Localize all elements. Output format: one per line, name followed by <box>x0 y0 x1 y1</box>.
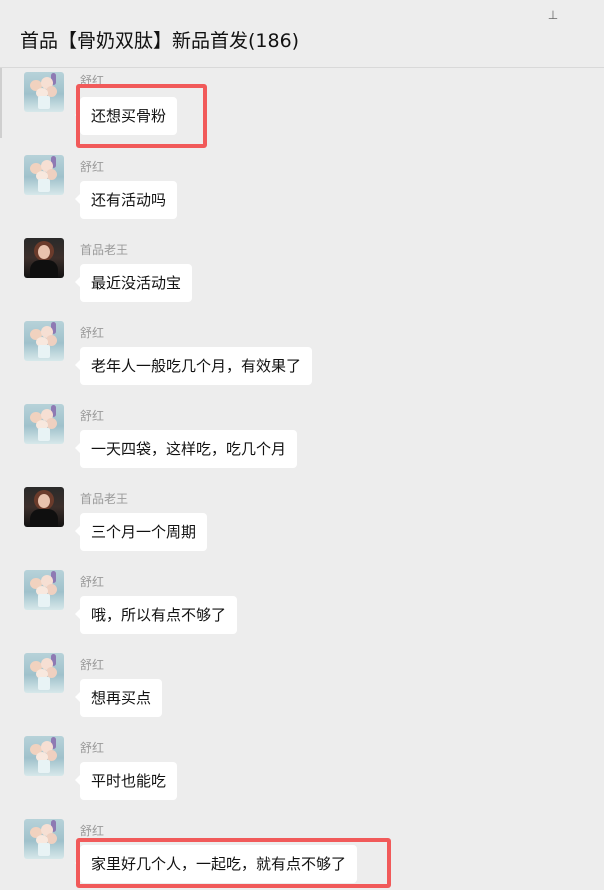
scrollbar-thumb[interactable] <box>0 68 2 138</box>
highlight-box <box>76 838 391 888</box>
chat-message: 舒红 平时也能吃 <box>24 736 584 800</box>
chat-message: 舒红 还有活动吗 <box>24 155 584 219</box>
avatar[interactable] <box>24 72 64 112</box>
avatar[interactable] <box>24 570 64 610</box>
sender-name: 舒红 <box>80 575 105 589</box>
highlight-box <box>76 84 207 148</box>
message-bubble[interactable]: 平时也能吃 <box>74 762 178 800</box>
avatar[interactable] <box>24 487 64 527</box>
avatar[interactable] <box>24 653 64 693</box>
message-bubble[interactable]: 想再买点 <box>74 679 163 717</box>
chat-message: 舒红 一天四袋，这样吃，吃几个月 <box>24 404 584 468</box>
sender-name: 舒红 <box>80 409 105 423</box>
message-bubble[interactable]: 三个月一个周期 <box>74 513 208 551</box>
sender-name: 舒红 <box>80 741 105 755</box>
sender-name: 舒红 <box>80 658 105 672</box>
pin-icon[interactable]: ⊥ <box>546 8 560 22</box>
sender-name: 首品老王 <box>80 492 129 506</box>
message-bubble[interactable]: 一天四袋，这样吃，吃几个月 <box>74 430 298 468</box>
message-bubble[interactable]: 最近没活动宝 <box>74 264 193 302</box>
avatar[interactable] <box>24 238 64 278</box>
chat-message: 首品老王 三个月一个周期 <box>24 487 584 551</box>
chat-message: 首品老王 最近没活动宝 <box>24 238 584 302</box>
chat-message: 舒红 想再买点 <box>24 653 584 717</box>
avatar[interactable] <box>24 736 64 776</box>
chat-message: 舒红 老年人一般吃几个月，有效果了 <box>24 321 584 385</box>
sender-name: 舒红 <box>80 160 105 174</box>
sender-name: 舒红 <box>80 326 105 340</box>
chat-message: 舒红 哦，所以有点不够了 <box>24 570 584 634</box>
avatar[interactable] <box>24 321 64 361</box>
sender-name: 首品老王 <box>80 243 129 257</box>
avatar[interactable] <box>24 155 64 195</box>
message-bubble[interactable]: 还有活动吗 <box>74 181 178 219</box>
message-bubble[interactable]: 老年人一般吃几个月，有效果了 <box>74 347 313 385</box>
sender-name: 舒红 <box>80 824 105 838</box>
chat-header: 首品【骨奶双肽】新品首发(186) ⊥ <box>0 0 604 68</box>
avatar[interactable] <box>24 819 64 859</box>
message-bubble[interactable]: 哦，所以有点不够了 <box>74 596 238 634</box>
avatar[interactable] <box>24 404 64 444</box>
chat-title: 首品【骨奶双肽】新品首发(186) <box>20 30 300 52</box>
